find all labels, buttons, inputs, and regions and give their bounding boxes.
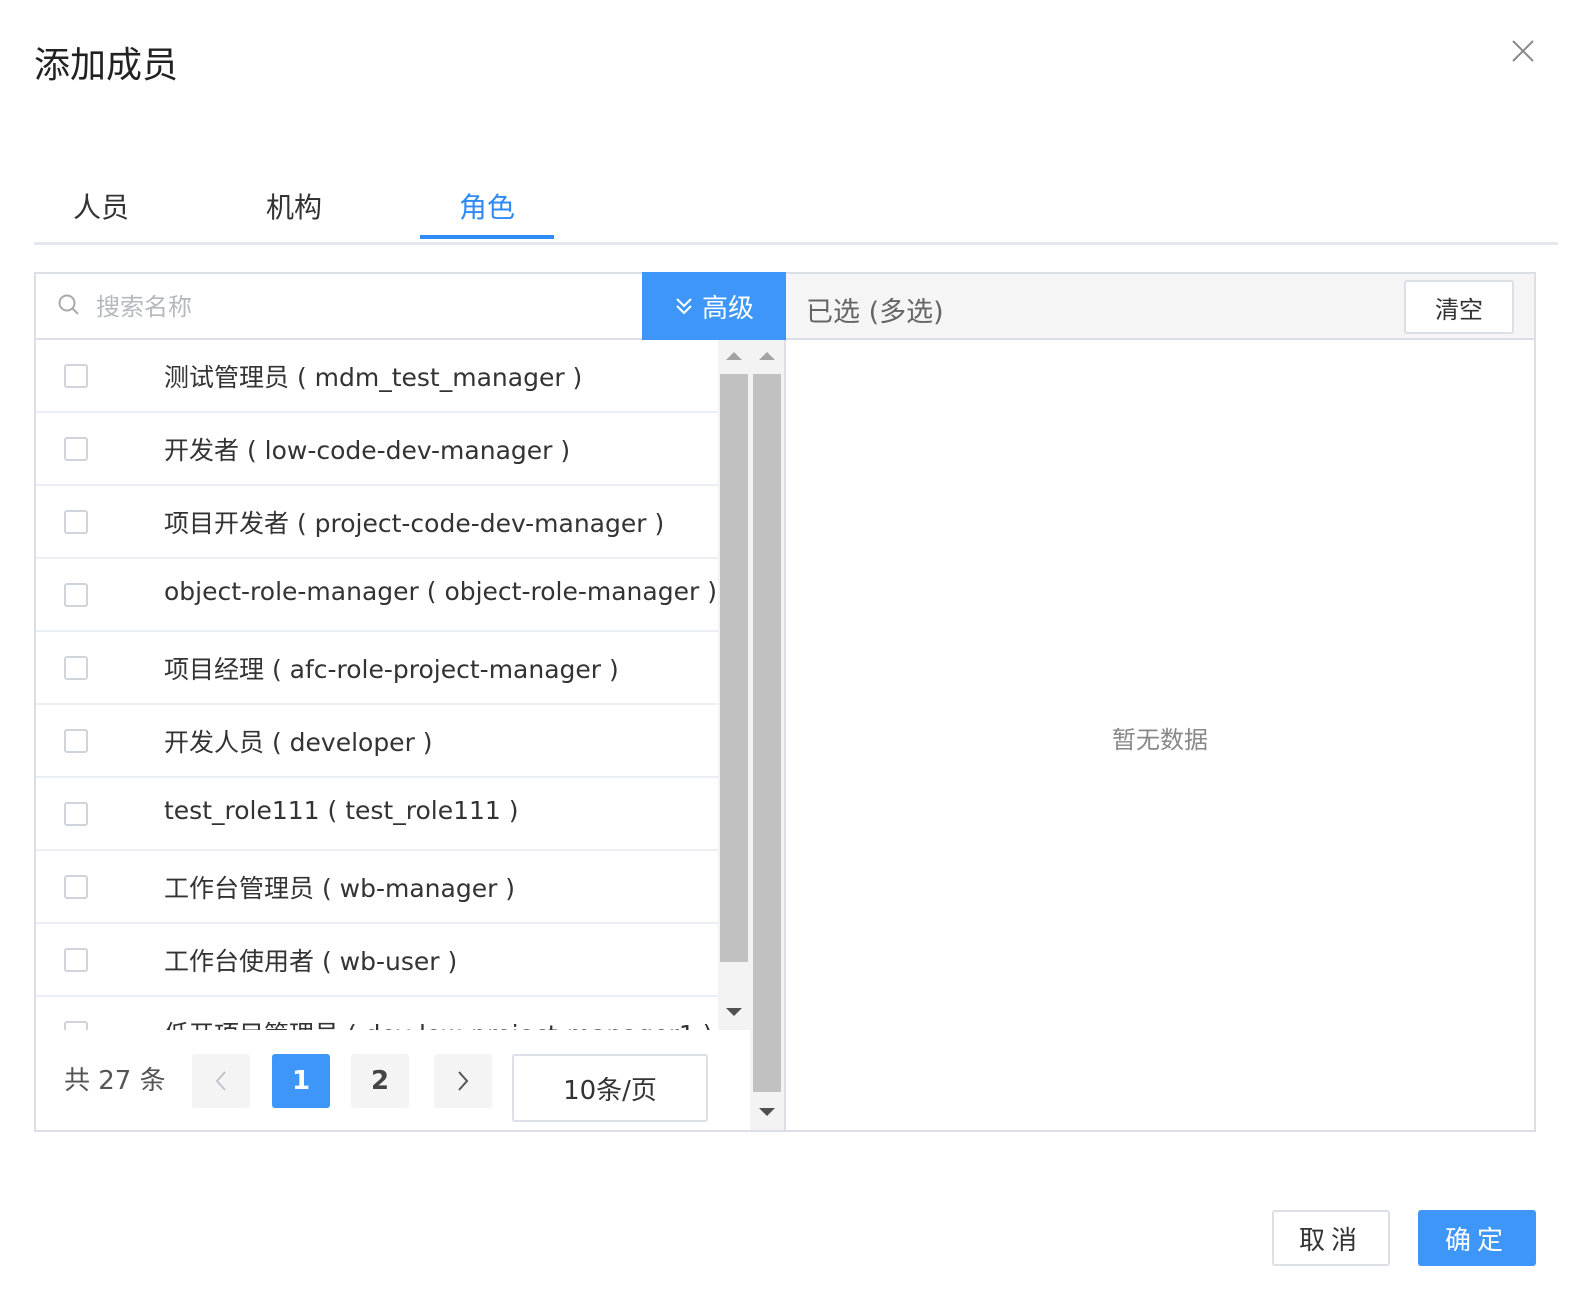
page-button-2[interactable]: 2	[351, 1054, 409, 1108]
tab-personnel[interactable]: 人员	[34, 186, 168, 226]
list-item[interactable]: test_role111 ( test_role111 )	[36, 778, 718, 851]
list-item[interactable]: 开发者 ( low-code-dev-manager )	[36, 413, 718, 486]
list-item[interactable]: 低开项目管理员 ( dev-low-project-manager1 )	[36, 997, 718, 1030]
total-count: 共 27 条	[64, 1066, 166, 1096]
list-item[interactable]: 工作台使用者 ( wb-user )	[36, 924, 718, 997]
role-checkbox[interactable]	[64, 875, 88, 899]
role-label: 工作台使用者 ( wb-user )	[164, 947, 458, 976]
role-checkbox[interactable]	[64, 656, 88, 680]
double-chevron-down-icon	[676, 298, 692, 315]
role-label: 开发人员 ( developer )	[164, 728, 433, 757]
role-checkbox[interactable]	[64, 802, 88, 826]
pagination: 共 27 条 1 2 10条/页	[36, 1030, 750, 1130]
role-checkbox[interactable]	[64, 364, 88, 388]
close-icon[interactable]	[1510, 38, 1536, 64]
scroll-down-arrow-icon[interactable]	[759, 1108, 775, 1116]
advanced-filter-button[interactable]: 高级	[642, 272, 786, 340]
add-member-dialog: 添加成员 人员 机构 角色 高级 测试管理员 ( mdm_test_manage…	[0, 0, 1586, 1301]
empty-placeholder: 暂无数据	[1112, 726, 1208, 754]
search-input[interactable]	[94, 284, 618, 330]
role-checkbox[interactable]	[64, 510, 88, 534]
selected-header: 已选 (多选) 清空	[786, 274, 1534, 340]
page-size-select[interactable]: 10条/页	[512, 1054, 708, 1122]
tab-bar: 人员 机构 角色	[34, 180, 1558, 245]
list-item[interactable]: 开发人员 ( developer )	[36, 705, 718, 778]
chevron-right-icon	[458, 1071, 469, 1091]
list-item[interactable]: 项目开发者 ( project-code-dev-manager )	[36, 486, 718, 559]
tab-role[interactable]: 角色	[420, 186, 554, 226]
role-checkbox[interactable]	[64, 948, 88, 972]
role-checkbox[interactable]	[64, 583, 88, 607]
selected-title: 已选 (多选)	[806, 297, 944, 328]
scroll-up-arrow-icon[interactable]	[759, 352, 775, 360]
next-page-button[interactable]	[434, 1054, 492, 1108]
role-label: 工作台管理员 ( wb-manager )	[164, 874, 516, 903]
role-list: 测试管理员 ( mdm_test_manager ) 开发者 ( low-cod…	[36, 340, 718, 1030]
role-label: 开发者 ( low-code-dev-manager )	[164, 436, 571, 465]
prev-page-button[interactable]	[192, 1054, 250, 1108]
advanced-filter-label: 高级	[701, 293, 754, 324]
chevron-left-icon	[215, 1071, 226, 1091]
role-label: 低开项目管理员 ( dev-low-project-manager1 )	[164, 1015, 713, 1030]
role-checkbox[interactable]	[64, 729, 88, 753]
list-item[interactable]: 测试管理员 ( mdm_test_manager )	[36, 340, 718, 413]
role-checkbox[interactable]	[64, 1021, 88, 1030]
list-scroll-thumb[interactable]	[720, 374, 748, 962]
list-item[interactable]: 项目经理 ( afc-role-project-manager )	[36, 632, 718, 705]
scroll-up-arrow-icon[interactable]	[726, 352, 742, 360]
clear-button[interactable]: 清空	[1404, 280, 1514, 334]
list-item[interactable]: object-role-manager ( object-role-manage…	[36, 559, 718, 632]
list-scrollbar[interactable]	[718, 340, 750, 1030]
tab-organization[interactable]: 机构	[227, 186, 361, 226]
role-label: 测试管理员 ( mdm_test_manager )	[164, 363, 583, 392]
role-label: object-role-manager ( object-role-manage…	[164, 577, 717, 606]
panel-scroll-thumb[interactable]	[753, 374, 781, 1092]
panel-scrollbar[interactable]	[750, 340, 784, 1130]
search-bar	[36, 274, 644, 340]
role-list-panel: 高级 测试管理员 ( mdm_test_manager ) 开发者 ( low-…	[34, 272, 786, 1132]
role-label: 项目开发者 ( project-code-dev-manager )	[164, 509, 665, 538]
role-label: test_role111 ( test_role111 )	[164, 796, 519, 825]
dialog-title: 添加成员	[34, 45, 179, 86]
role-label: 项目经理 ( afc-role-project-manager )	[164, 655, 619, 684]
confirm-button[interactable]: 确定	[1418, 1210, 1536, 1266]
cancel-button[interactable]: 取消	[1272, 1210, 1390, 1266]
scroll-down-arrow-icon[interactable]	[726, 1008, 742, 1016]
tab-active-indicator	[420, 235, 554, 239]
selected-panel: 已选 (多选) 清空 暂无数据	[786, 272, 1536, 1132]
page-button-1[interactable]: 1	[272, 1054, 330, 1108]
list-item[interactable]: 工作台管理员 ( wb-manager )	[36, 851, 718, 924]
role-checkbox[interactable]	[64, 437, 88, 461]
search-icon	[58, 294, 80, 316]
